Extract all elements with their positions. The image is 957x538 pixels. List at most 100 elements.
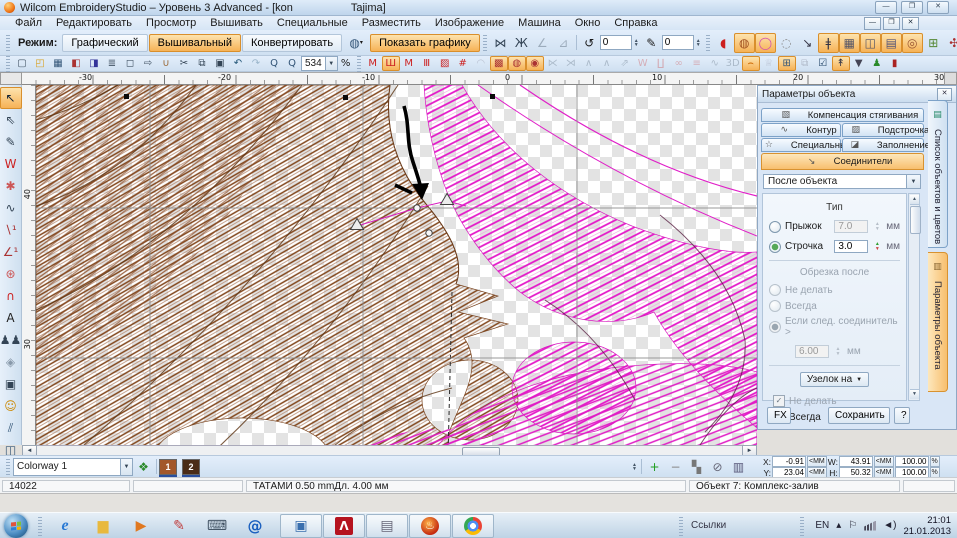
menu-item[interactable]: Изображение xyxy=(428,16,511,30)
jump-spinner[interactable]: ▲▼ xyxy=(872,222,882,231)
menu-item[interactable]: Окно xyxy=(568,16,608,30)
chevron-down-icon[interactable]: ▼ xyxy=(325,57,337,70)
toolbar-icon[interactable]: ▣ xyxy=(211,56,229,71)
trim-option-radio[interactable] xyxy=(769,284,781,296)
language-indicator[interactable]: EN xyxy=(815,520,829,531)
minimize-button[interactable]: — xyxy=(875,1,897,14)
lettering-tool[interactable]: A xyxy=(0,307,22,329)
stitch-icon[interactable]: 3D xyxy=(724,56,742,71)
stitch-icon[interactable]: ⇗ xyxy=(616,56,634,71)
skew-icon[interactable]: ✎ xyxy=(641,33,662,53)
stitch-icon[interactable]: ▮ xyxy=(886,56,904,71)
freehand-tool[interactable]: ∿ xyxy=(0,197,22,219)
stitch-icon[interactable]: ♕ xyxy=(760,56,778,71)
scrollbar-thumb[interactable] xyxy=(910,206,921,234)
toolbar-icon[interactable]: ⧉ xyxy=(193,56,211,71)
scale-w-input[interactable] xyxy=(895,456,929,467)
jump-radio[interactable] xyxy=(769,221,781,233)
arc-tool[interactable]: ∩ xyxy=(0,285,22,307)
colorway-action-icon[interactable]: + xyxy=(644,457,665,477)
trim-option-radio[interactable] xyxy=(769,321,781,333)
tie-none-checkbox[interactable]: ✓ xyxy=(773,395,785,407)
scroll-down-icon[interactable]: ▼ xyxy=(910,389,919,399)
view-icon[interactable]: ◍ xyxy=(734,33,755,53)
stitch-icon[interactable]: W xyxy=(634,56,652,71)
colorway-edit-icon[interactable]: ❖ xyxy=(133,457,154,477)
links-grip[interactable] xyxy=(679,516,683,536)
colorway-action-icon[interactable]: − xyxy=(665,457,686,477)
pen-tool[interactable]: ✎ xyxy=(0,131,22,153)
spiral-square-tool[interactable]: ▣ xyxy=(0,373,22,395)
stitch-icon[interactable]: ∿ xyxy=(706,56,724,71)
panel-close-icon[interactable]: ✕ xyxy=(937,88,952,101)
colorway-action-icon[interactable]: ▚ xyxy=(686,457,707,477)
node-curve-tool[interactable]: ∠¹ xyxy=(0,241,22,263)
toolbar-icon[interactable]: ↶ xyxy=(229,56,247,71)
links-label[interactable]: Ссылки xyxy=(691,520,726,531)
menu-item[interactable]: Редактировать xyxy=(49,16,139,30)
menu-item[interactable]: Просмотр xyxy=(139,16,203,30)
stitch-icon[interactable]: ▩ xyxy=(490,56,508,71)
volume-icon[interactable]: ◄) xyxy=(883,520,896,531)
menu-item[interactable]: Специальные xyxy=(270,16,355,30)
rotate-icon[interactable]: ↺ xyxy=(579,33,600,53)
explorer-icon[interactable]: ▆ xyxy=(91,515,115,537)
trim-spinner[interactable]: ▲▼ xyxy=(833,347,843,356)
node-run-tool[interactable]: ∖¹ xyxy=(0,219,22,241)
view-icon[interactable]: ⊞ xyxy=(923,33,944,53)
fx-button[interactable]: FX xyxy=(767,407,791,424)
stitch-edit-tool[interactable]: W xyxy=(0,153,22,175)
tab-connectors[interactable]: ↘ Соединители xyxy=(761,153,924,170)
color-swatch[interactable]: 1 xyxy=(159,459,177,475)
toolbar-icon[interactable]: ◰ xyxy=(31,56,49,71)
stitch-icon[interactable]: ⋊ xyxy=(562,56,580,71)
run-radio[interactable] xyxy=(769,241,781,253)
toolbar-icon[interactable]: ◻ xyxy=(121,56,139,71)
view-icon[interactable]: ▤ xyxy=(881,33,902,53)
toolbar-icon[interactable]: ↷ xyxy=(247,56,265,71)
trim-length-input[interactable] xyxy=(795,345,829,358)
toolbar-icon[interactable]: ⇨ xyxy=(139,56,157,71)
x-input[interactable] xyxy=(772,456,806,467)
jump-length-input[interactable] xyxy=(834,220,868,233)
menu-item[interactable]: Машина xyxy=(511,16,568,30)
help-button[interactable]: ? xyxy=(894,407,910,424)
width-input[interactable] xyxy=(839,456,873,467)
trim-option-radio[interactable] xyxy=(769,300,781,312)
machine-format-icon[interactable]: ◍▾ xyxy=(342,33,370,53)
ruler-corner-right[interactable] xyxy=(944,72,957,85)
toolbar-icon[interactable]: ∪ xyxy=(157,56,175,71)
stitch-icon[interactable]: Ш xyxy=(382,56,400,71)
view-icon[interactable]: ▦ xyxy=(839,33,860,53)
toolbar-grip[interactable] xyxy=(6,35,10,51)
panel-scrollbar[interactable]: ▲ ▼ xyxy=(908,193,920,401)
flower-edit-tool[interactable]: ✱ xyxy=(0,175,22,197)
toolbar-icon[interactable]: ≣ xyxy=(103,56,121,71)
figure-tool[interactable]: ☺ xyxy=(0,395,22,417)
stitch-icon[interactable]: ∧ xyxy=(598,56,616,71)
stitch-icon[interactable]: ≡ xyxy=(688,56,706,71)
view-icon[interactable]: ✣ xyxy=(944,33,957,53)
select-tool[interactable]: ↖ xyxy=(0,87,22,109)
taskbar-app-button[interactable]: Λ xyxy=(323,514,365,538)
media-player-icon[interactable]: ▶ xyxy=(129,515,153,537)
run-length-input[interactable] xyxy=(834,240,868,253)
view-icon[interactable]: ↘ xyxy=(797,33,818,53)
transform-icon[interactable]: ⋈ xyxy=(490,33,511,53)
menu-item[interactable]: Вышивать xyxy=(203,16,270,30)
ie-icon[interactable]: e xyxy=(53,515,77,537)
save-button[interactable]: Сохранить xyxy=(828,407,890,424)
taskbar-app-button[interactable] xyxy=(452,514,494,538)
tray-expand-icon[interactable]: ▴ xyxy=(836,520,841,531)
run-spinner[interactable]: ▲▼ xyxy=(872,242,882,251)
tab-special[interactable]: ☆ Специальные xyxy=(761,138,841,152)
colorway-select[interactable]: Colorway 1 ▼ xyxy=(13,458,133,476)
toolbar-grip[interactable] xyxy=(706,35,710,51)
view-icon[interactable]: ǂ xyxy=(818,33,839,53)
stitch-icon[interactable]: ♟ xyxy=(868,56,886,71)
toolbar-icon[interactable]: ▦ xyxy=(49,56,67,71)
stitch-icon[interactable]: # xyxy=(454,56,472,71)
close-button[interactable]: ✕ xyxy=(927,1,949,14)
taskbar-app-button[interactable]: ▤ xyxy=(366,514,408,538)
stitch-icon[interactable]: ∞ xyxy=(670,56,688,71)
